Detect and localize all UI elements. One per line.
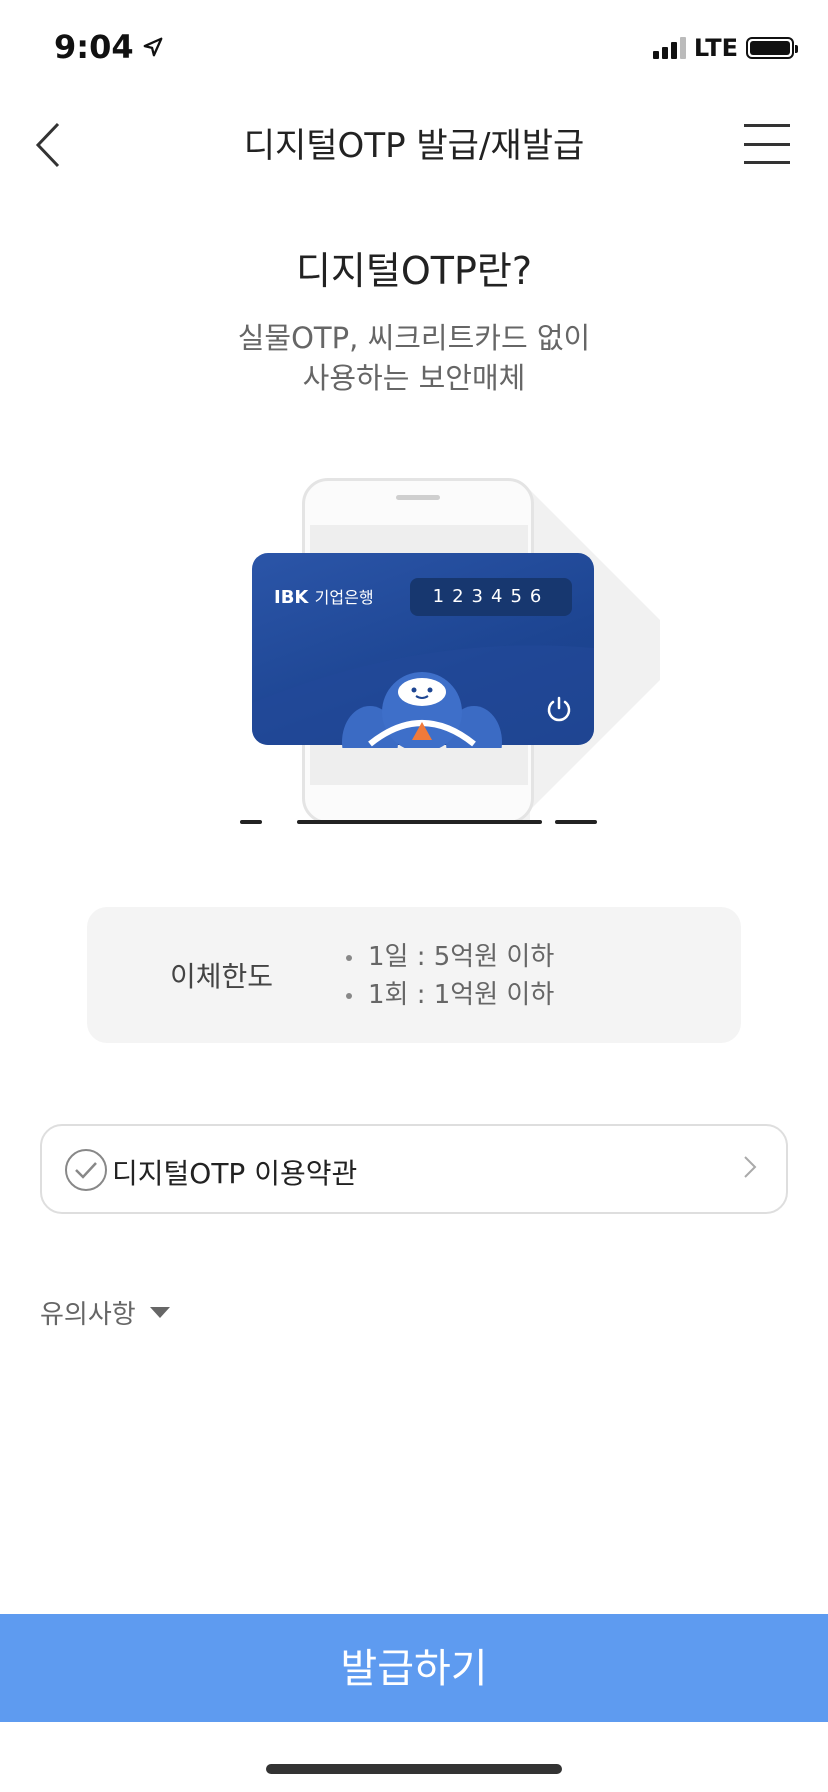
- hero-subtitle-line-1: 실물OTP, 씨크리트카드 없이: [237, 321, 591, 355]
- card-brand: IBK 기업은행: [274, 584, 374, 608]
- terms-label: 디지털OTP 이용약관: [112, 1157, 358, 1190]
- issue-button[interactable]: 발급하기: [0, 1614, 828, 1722]
- status-indicators: LTE: [652, 34, 798, 62]
- transfer-limit-label: 이체한도: [170, 960, 274, 993]
- limit-item-per-transaction: 1회 : 1억원 이하: [346, 974, 554, 1011]
- hero-subtitle: 실물OTP, 씨크리트카드 없이 사용하는 보안매체: [0, 318, 828, 398]
- notes-label: 유의사항: [40, 1300, 136, 1330]
- caret-down-icon: [149, 1307, 170, 1318]
- card-brand-sub: 기업은행: [314, 588, 374, 607]
- robot-mascot-illustration: [342, 672, 502, 748]
- signal-icon: [652, 37, 686, 59]
- network-label: LTE: [693, 34, 738, 62]
- page-title: 디지털OTP 발급/재발급: [243, 126, 585, 166]
- limit-item-daily: 1일 : 5억원 이하: [346, 936, 554, 973]
- ground-line-left: [240, 820, 262, 824]
- ground-line-right: [555, 820, 597, 824]
- power-icon: [547, 696, 571, 722]
- notes-toggle[interactable]: 유의사항: [40, 1294, 170, 1331]
- card-otp-digits: 123456: [410, 578, 572, 616]
- limit-item-per-transaction-text: 1회 : 1억원 이하: [368, 980, 555, 1010]
- limit-item-daily-text: 1일 : 5억원 이하: [368, 942, 555, 972]
- hero-title: 디지털OTP란?: [295, 249, 533, 293]
- location-arrow-icon: [143, 37, 162, 57]
- ground-line-center: [297, 820, 542, 824]
- home-indicator: [266, 1764, 562, 1774]
- battery-icon: [746, 37, 798, 59]
- phone-speaker: [396, 495, 440, 500]
- status-time: 9:04: [54, 28, 164, 66]
- hero-subtitle-line-2: 사용하는 보안매체: [302, 361, 526, 395]
- hamburger-menu-icon[interactable]: [744, 124, 790, 164]
- card-brand-name: IBK: [274, 587, 309, 608]
- chevron-right-icon: [744, 1156, 757, 1178]
- status-time-text: 9:04: [54, 28, 134, 66]
- check-circle-icon[interactable]: [64, 1148, 108, 1192]
